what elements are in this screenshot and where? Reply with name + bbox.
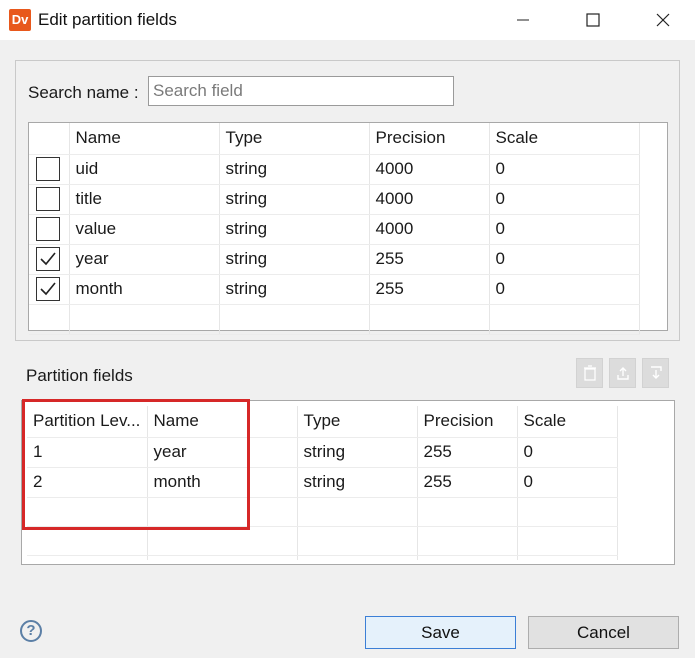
cell-scale: 0 [489,154,640,185]
cell-type: string [219,154,370,185]
cell-type: string [219,244,370,275]
column-header-type[interactable]: Type [219,123,370,155]
delete-icon [583,365,596,381]
column-header-precision[interactable]: Precision [417,406,518,438]
cell-name: title [69,184,220,215]
table-row[interactable]: uid string 4000 0 [29,154,640,185]
delete-button[interactable] [576,358,603,388]
cell-scale: 0 [489,184,640,215]
cell-name: uid [69,154,220,185]
column-header-precision[interactable]: Precision [369,123,490,155]
cell-precision: 4000 [369,154,490,185]
minimize-icon [517,19,529,21]
cell-scale: 0 [517,437,618,468]
table-row-empty [27,555,618,560]
cell-precision: 255 [417,437,518,468]
column-header-name[interactable]: Name [69,123,220,155]
cell-precision: 4000 [369,184,490,215]
table-row[interactable]: 1 year string 255 0 [27,437,618,468]
minimize-button[interactable] [500,0,546,40]
row-checkbox[interactable] [36,157,60,181]
cell-precision: 4000 [369,214,490,245]
cell-scale: 0 [489,244,640,275]
table-header-row: Partition Lev... Name Type Precision Sca… [27,406,618,438]
column-header-type[interactable]: Type [297,406,418,438]
cell-precision: 255 [417,467,518,498]
table-row[interactable]: month string 255 0 [29,274,640,305]
table-row-empty [27,497,618,527]
cell-name: value [69,214,220,245]
cell-type: string [219,274,370,305]
close-icon [656,13,670,27]
row-checkbox[interactable] [36,187,60,211]
cell-type: string [297,437,418,468]
row-checkbox[interactable] [36,217,60,241]
cell-name: month [147,467,298,498]
cell-level: 1 [27,437,148,468]
cell-type: string [219,214,370,245]
table-row[interactable]: year string 255 0 [29,244,640,275]
title-bar: Dv Edit partition fields [0,0,695,40]
app-logo-icon: Dv [9,9,31,31]
maximize-icon [586,13,600,27]
close-button[interactable] [640,0,686,40]
cell-scale: 0 [517,467,618,498]
cell-type: string [219,184,370,215]
partition-fields-label: Partition fields [26,366,133,385]
save-button[interactable]: Save [365,616,516,649]
column-header-select [29,123,70,155]
fields-panel: Search name : Name Type Precision Scale … [15,60,680,341]
column-header-partition-level[interactable]: Partition Lev... [27,406,148,438]
window-title: Edit partition fields [38,10,177,29]
help-icon[interactable]: ? [20,620,42,642]
table-row[interactable]: 2 month string 255 0 [27,467,618,498]
move-up-icon [616,367,629,380]
table-header-row: Name Type Precision Scale [29,123,640,155]
table-row[interactable]: title string 4000 0 [29,184,640,215]
table-row-empty [29,304,640,335]
table-row[interactable]: value string 4000 0 [29,214,640,245]
checkmark-icon [40,252,56,266]
cell-level: 2 [27,467,148,498]
cell-name: month [69,274,220,305]
cell-precision: 255 [369,274,490,305]
partition-fields-table: Partition Lev... Name Type Precision Sca… [21,400,675,565]
move-down-button[interactable] [642,358,669,388]
cell-name: year [69,244,220,275]
column-header-name[interactable]: Name [147,406,298,438]
fields-table: Name Type Precision Scale uid string 400… [28,122,668,335]
cancel-button[interactable]: Cancel [528,616,679,649]
cell-type: string [297,467,418,498]
cell-scale: 0 [489,274,640,305]
cell-precision: 255 [369,244,490,275]
move-up-button[interactable] [609,358,636,388]
column-header-scale[interactable]: Scale [517,406,618,438]
column-header-scale[interactable]: Scale [489,123,640,155]
search-label: Search name : [28,83,139,102]
cell-name: year [147,437,298,468]
cell-scale: 0 [489,214,640,245]
move-down-icon [650,366,662,379]
checkmark-icon [40,282,56,296]
maximize-button[interactable] [570,0,616,40]
table-row-empty [27,526,618,556]
row-checkbox-checked[interactable] [36,247,60,271]
search-input[interactable] [148,76,454,106]
row-checkbox-checked[interactable] [36,277,60,301]
